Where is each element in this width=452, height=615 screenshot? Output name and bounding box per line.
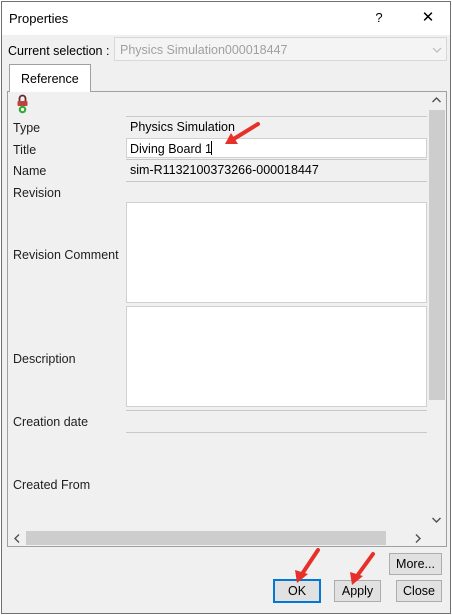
name-label: Name [13, 164, 47, 178]
vertical-scroll-thumb[interactable] [429, 110, 445, 400]
chevron-right-icon[interactable] [412, 532, 424, 545]
type-label: Type [13, 121, 41, 135]
revision-label: Revision [13, 186, 61, 200]
lock-icon [17, 94, 28, 114]
tab-reference-label: Reference [21, 72, 79, 86]
description-label: Description [13, 352, 76, 366]
creation-date-label: Creation date [13, 415, 89, 429]
ok-button[interactable]: OK [273, 579, 321, 603]
revision-comment-label: Revision Comment [13, 248, 119, 262]
created-from-field [126, 432, 427, 530]
current-selection-value: Physics Simulation000018447 [120, 43, 288, 57]
creation-date-field [126, 410, 427, 428]
created-from-label: Created From [13, 478, 91, 492]
current-selection-label: Current selection : [8, 44, 110, 58]
title-value: Diving Board 1 [130, 142, 212, 156]
close-icon[interactable]: ✕ [418, 7, 438, 29]
text-cursor [211, 141, 212, 155]
apply-button[interactable]: Apply [334, 580, 381, 602]
dialog-title: Properties [9, 11, 69, 26]
chevron-down-icon[interactable] [431, 44, 443, 56]
chevron-left-icon[interactable] [11, 532, 23, 545]
more-button[interactable]: More... [389, 553, 442, 575]
description-textarea[interactable] [126, 306, 427, 407]
horizontal-scroll-thumb[interactable] [26, 531, 386, 545]
close-button[interactable]: Close [396, 580, 442, 602]
title-label: Title [13, 143, 37, 157]
revision-field [126, 181, 427, 199]
name-value: sim-R1132100373266-000018447 [130, 163, 319, 177]
revision-comment-textarea[interactable] [126, 202, 427, 303]
help-button[interactable]: ? [369, 7, 389, 29]
type-value: Physics Simulation [130, 120, 235, 134]
chevron-down-icon[interactable] [430, 514, 443, 526]
chevron-up-icon[interactable] [430, 94, 443, 106]
